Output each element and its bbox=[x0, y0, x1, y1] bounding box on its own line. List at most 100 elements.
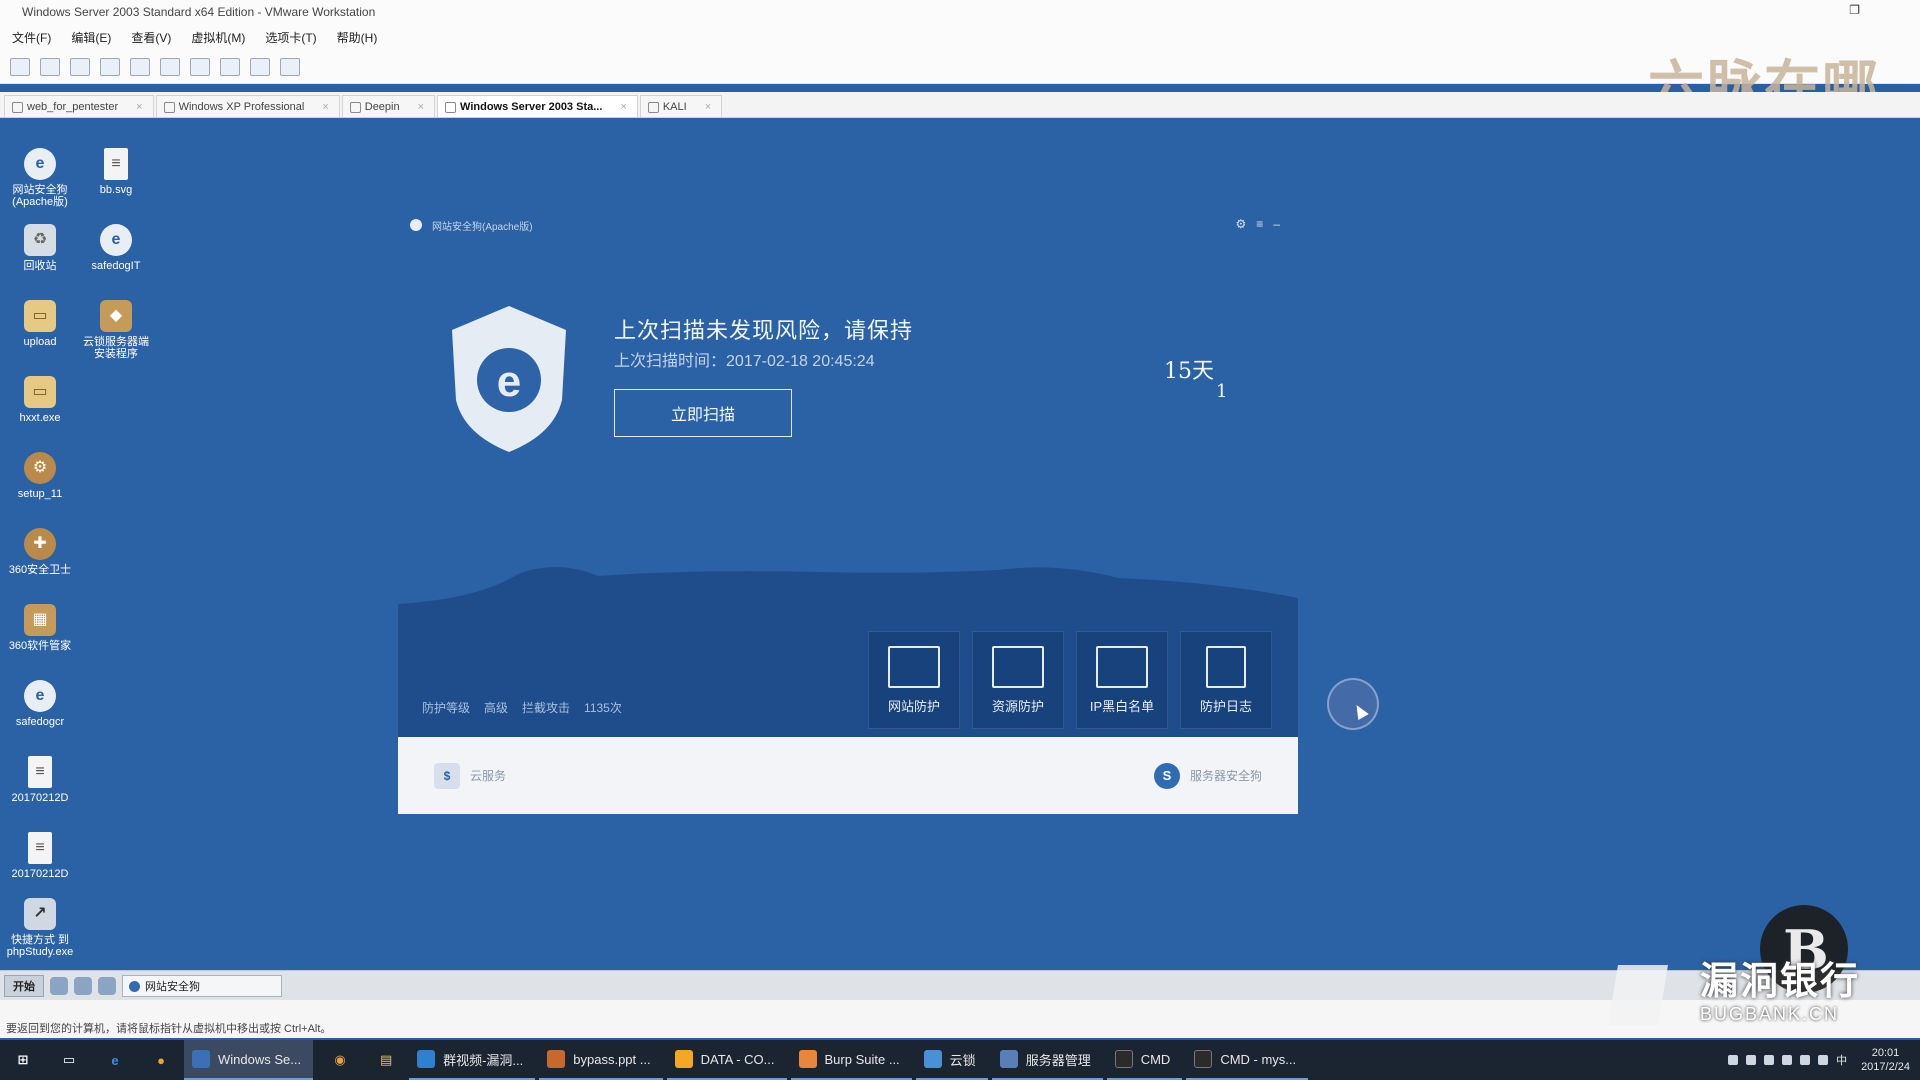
tray-icon[interactable] bbox=[1764, 1055, 1775, 1065]
close-icon[interactable]: × bbox=[705, 101, 711, 113]
gear-icon: ⚙ bbox=[24, 452, 56, 484]
file-explorer-icon[interactable]: ▤ bbox=[370, 1044, 402, 1076]
feature-protection-log[interactable]: 防护日志 bbox=[1180, 631, 1272, 729]
desktop-icon-upload[interactable]: ▭ upload bbox=[2, 300, 78, 348]
host-task-data[interactable]: DATA - CO... bbox=[666, 1040, 787, 1080]
settings-icon[interactable]: ⚙ bbox=[1236, 217, 1247, 231]
last-scan-time: 上次扫描时间：2017-02-18 20:45:24 bbox=[614, 347, 875, 371]
restore-icon[interactable]: ❐ bbox=[1849, 3, 1860, 17]
desktop-icon-label: 回收站 bbox=[23, 260, 57, 272]
close-icon[interactable]: × bbox=[136, 101, 142, 113]
menu-view[interactable]: 查看(V) bbox=[131, 29, 171, 46]
windows-start-icon[interactable]: ⊞ bbox=[7, 1044, 39, 1076]
unity-icon[interactable] bbox=[250, 57, 270, 76]
desktop-icon-360-software[interactable]: ▦ 360软件管家 bbox=[2, 604, 78, 652]
file-icon: ≡ bbox=[28, 832, 52, 864]
desktop-icon-file-20170212-b[interactable]: ≡ 20170212D bbox=[2, 832, 78, 880]
menu-file[interactable]: 文件(F) bbox=[12, 29, 51, 46]
tab-deepin[interactable]: Deepin × bbox=[341, 95, 436, 117]
host-task-label: bypass.ppt ... bbox=[573, 1051, 651, 1067]
sidebar-toggle-icon[interactable] bbox=[160, 57, 180, 76]
stretch-icon[interactable] bbox=[280, 57, 300, 76]
host-task-server-manager[interactable]: 服务器管理 bbox=[991, 1040, 1103, 1080]
guest-start-button[interactable]: 开始 bbox=[4, 974, 44, 997]
desktop-icon-setup-11[interactable]: ⚙ setup_11 bbox=[2, 452, 78, 500]
ie-icon[interactable] bbox=[74, 976, 92, 995]
close-icon[interactable]: × bbox=[418, 101, 424, 113]
host-task-cmd-mysql[interactable]: CMD - mys... bbox=[1186, 1040, 1309, 1080]
snapshot-manager-icon[interactable] bbox=[130, 57, 150, 76]
desktop-icon-safedog-apache[interactable]: e 网站安全狗(Apache版) bbox=[2, 148, 78, 208]
app-logo-icon bbox=[410, 219, 422, 231]
menu-tabs[interactable]: 选项卡(T) bbox=[265, 29, 316, 46]
desktop-icon-label: setup_11 bbox=[17, 488, 63, 500]
host-task-cmd[interactable]: CMD bbox=[1106, 1040, 1183, 1080]
cmd-icon bbox=[1194, 1050, 1213, 1068]
desktop-icon-phpstudy[interactable]: ↗ 快捷方式 到 phpStudy.exe bbox=[2, 898, 78, 958]
revert-snapshot-icon[interactable] bbox=[100, 57, 120, 76]
system-tray: 中 20:01 2017/2/24 bbox=[1728, 1040, 1920, 1080]
cloud-service-icon: $ bbox=[434, 762, 460, 789]
desktop-icon-file-20170212-a[interactable]: ≡ 20170212D bbox=[2, 756, 78, 804]
desktop-icon-label: bb.svg bbox=[99, 184, 133, 196]
feature-website-protection[interactable]: 网站防护 bbox=[868, 631, 960, 729]
close-icon[interactable]: × bbox=[620, 101, 626, 113]
clipboard-icon bbox=[1206, 646, 1246, 688]
brand-name: 漏洞银行 bbox=[1700, 959, 1861, 1003]
minimize-icon[interactable]: ‒ bbox=[1273, 217, 1280, 231]
explorer-icon[interactable] bbox=[98, 976, 116, 995]
host-task-group-video[interactable]: 群视频-漏洞... bbox=[409, 1040, 536, 1080]
tray-icon[interactable] bbox=[1746, 1055, 1757, 1065]
network-icon[interactable] bbox=[1800, 1055, 1811, 1065]
firefox-icon[interactable]: ● bbox=[145, 1044, 177, 1076]
scan-now-button[interactable]: 立即扫描 bbox=[614, 389, 792, 437]
blocked-attacks-value: 1135次 bbox=[584, 701, 622, 715]
desktop-icon-yunsuo-installer[interactable]: ◆ 云锁服务器端安装程序 bbox=[78, 300, 154, 360]
send-keys-icon[interactable] bbox=[40, 57, 60, 76]
tab-kali[interactable]: KALI × bbox=[639, 95, 723, 117]
tab-web-for-pentester[interactable]: web_for_pentester × bbox=[4, 95, 154, 117]
menu-edit[interactable]: 编辑(E) bbox=[71, 29, 111, 46]
volume-icon[interactable] bbox=[1818, 1055, 1829, 1065]
host-task-burp[interactable]: Burp Suite ... bbox=[790, 1040, 912, 1080]
feature-ip-list[interactable]: IP黑白名单 bbox=[1076, 631, 1168, 729]
clock[interactable]: 20:01 2017/2/24 bbox=[1861, 1046, 1910, 1074]
desktop-icon-bb-svg[interactable]: ≡ bb.svg bbox=[78, 148, 154, 196]
desktop-icon-hxxt[interactable]: ▭ hxxt.exe bbox=[2, 376, 78, 424]
menu-icon[interactable]: ≡ bbox=[1256, 217, 1263, 231]
feature-resource-protection[interactable]: 资源防护 bbox=[972, 631, 1064, 729]
close-icon[interactable]: × bbox=[322, 101, 328, 113]
console-view-icon[interactable] bbox=[190, 57, 210, 76]
host-task-yunsuo[interactable]: 云锁 bbox=[915, 1040, 988, 1080]
blocked-attacks-label: 拦截攻击 bbox=[522, 701, 571, 715]
snapshot-icon[interactable] bbox=[70, 57, 90, 76]
server-safedog-link[interactable]: S 服务器安全狗 bbox=[1153, 762, 1262, 789]
yunsuo-icon bbox=[923, 1050, 942, 1068]
shield-icon: e bbox=[24, 148, 56, 180]
menu-vm[interactable]: 虚拟机(M) bbox=[191, 29, 245, 46]
host-task-ppt[interactable]: bypass.ppt ... bbox=[539, 1040, 663, 1080]
vmware-titlebar: Windows Server 2003 Standard x64 Edition… bbox=[0, 0, 1920, 24]
desktop-icon-recycle-bin[interactable]: ♻ 回收站 bbox=[2, 224, 78, 272]
tab-windows-xp[interactable]: Windows XP Professional × bbox=[155, 95, 340, 117]
desktop-icon-360-safe[interactable]: ✚ 360安全卫士 bbox=[2, 528, 78, 576]
cloud-service-link[interactable]: $ 云服务 bbox=[434, 762, 506, 789]
ime-indicator[interactable]: 中 bbox=[1836, 1052, 1847, 1068]
menu-help[interactable]: 帮助(H) bbox=[337, 29, 378, 46]
host-task-label: 云锁 bbox=[949, 1052, 976, 1068]
desktop-icon-safedogit[interactable]: e safedogIT bbox=[78, 224, 154, 272]
tray-icon[interactable] bbox=[1782, 1055, 1793, 1065]
task-view-icon[interactable]: ▭ bbox=[53, 1044, 85, 1076]
show-desktop-icon[interactable] bbox=[50, 976, 68, 995]
clock-time: 20:01 bbox=[1871, 1047, 1900, 1059]
power-icon[interactable] bbox=[10, 57, 30, 76]
shield-icon: e bbox=[24, 680, 56, 712]
tab-windows-server-2003[interactable]: Windows Server 2003 Sta... × bbox=[437, 95, 638, 117]
desktop-icon-safedogcr[interactable]: e safedogcr bbox=[2, 680, 78, 728]
chrome-icon[interactable]: ◉ bbox=[324, 1044, 356, 1076]
edge-icon[interactable]: e bbox=[99, 1044, 131, 1076]
fullscreen-icon[interactable] bbox=[220, 57, 240, 76]
tray-icon[interactable] bbox=[1728, 1055, 1739, 1065]
guest-task-safedog[interactable]: 网站安全狗 bbox=[122, 974, 282, 997]
host-task-vmware[interactable]: Windows Se... bbox=[184, 1040, 314, 1080]
